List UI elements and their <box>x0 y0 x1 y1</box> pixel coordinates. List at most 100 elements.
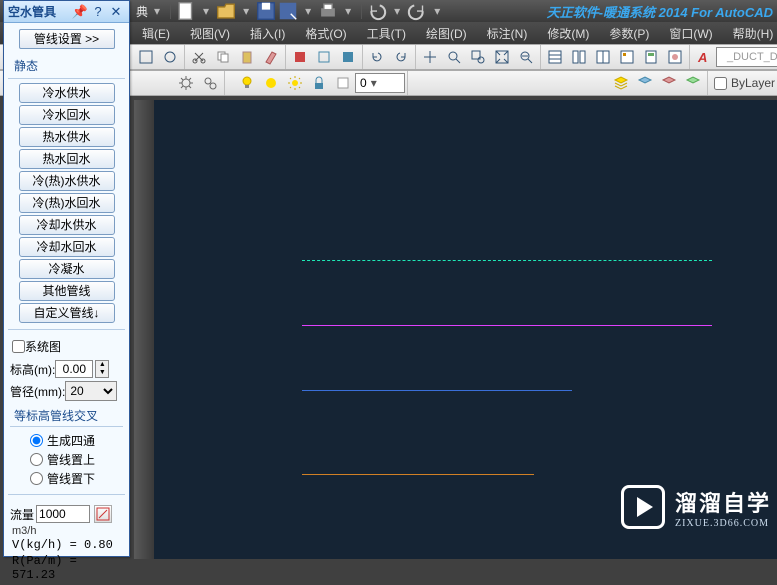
textstyle-select[interactable]: _DUCT_DIM <box>716 47 777 67</box>
zoom-icon[interactable] <box>443 47 465 67</box>
system-diagram-checkbox[interactable] <box>12 340 25 353</box>
bylayer-checkbox[interactable] <box>714 77 727 90</box>
pipe-settings-button[interactable]: 管线设置 >> <box>19 29 115 49</box>
diameter-select[interactable]: 20 <box>65 381 117 401</box>
calc-icon[interactable] <box>640 47 662 67</box>
elevation-label: 标高(m): <box>10 361 55 378</box>
markup-icon[interactable] <box>664 47 686 67</box>
tool-c-icon[interactable] <box>337 47 359 67</box>
pin-icon[interactable]: 📌 <box>72 4 88 20</box>
menu-format[interactable]: 格式(O) <box>295 23 356 44</box>
undo-icon[interactable] <box>366 2 388 20</box>
close-icon[interactable]: ✕ <box>108 4 124 20</box>
dictionary-label[interactable]: 典 <box>136 3 148 20</box>
snap-icon[interactable] <box>135 47 157 67</box>
menu-param[interactable]: 参数(P) <box>599 23 659 44</box>
dictionary-dropdown-icon[interactable]: ▾ <box>154 4 160 18</box>
pipe-line-orange[interactable] <box>302 474 534 475</box>
pipe-btn-condensate[interactable]: 冷凝水 <box>19 259 115 279</box>
layer-lock-icon[interactable] <box>308 73 330 93</box>
layer-color-icon[interactable] <box>332 73 354 93</box>
zoom-window-icon[interactable] <box>467 47 489 67</box>
menu-dimension[interactable]: 标注(N) <box>477 23 538 44</box>
dd6-icon[interactable]: ▾ <box>434 4 440 18</box>
layer-freeze-icon[interactable] <box>260 73 282 93</box>
pipe-btn-hot-return[interactable]: 热水回水 <box>19 149 115 169</box>
pan-icon[interactable] <box>419 47 441 67</box>
layer-bulb-icon[interactable] <box>236 73 258 93</box>
menu-modify[interactable]: 修改(M) <box>537 23 599 44</box>
menu-draw[interactable]: 绘图(D) <box>416 23 477 44</box>
flow-input[interactable] <box>36 505 90 523</box>
menu-help[interactable]: 帮助(H) <box>723 23 777 44</box>
menu-view[interactable]: 视图(V) <box>180 23 240 44</box>
pipe-btn-custom[interactable]: 自定义管线↓ <box>19 303 115 323</box>
pipe-btn-cold-return[interactable]: 冷水回水 <box>19 105 115 125</box>
dd-icon[interactable]: ▾ <box>203 4 209 18</box>
redo2-icon[interactable] <box>390 47 412 67</box>
paste-icon[interactable] <box>236 47 258 67</box>
redo-icon[interactable] <box>406 2 428 20</box>
radio-pipe-below[interactable] <box>30 472 43 485</box>
sheet-icon[interactable] <box>568 47 590 67</box>
panel-title: 空水管具 <box>8 3 71 20</box>
zoom-prev-icon[interactable] <box>515 47 537 67</box>
menu-edit[interactable]: 辑(E) <box>132 23 180 44</box>
print-icon[interactable] <box>317 2 339 20</box>
pipe-line-dashed-teal[interactable] <box>302 260 712 261</box>
panel-titlebar[interactable]: 空水管具 📌 ? ✕ <box>4 1 129 23</box>
undo2-icon[interactable] <box>366 47 388 67</box>
copy-icon[interactable] <box>212 47 234 67</box>
drawing-canvas[interactable]: 溜溜自学 ZIXUE.3D66.COM <box>134 100 777 559</box>
pipe-line-magenta[interactable] <box>302 325 712 326</box>
pipe-btn-coldhot-supply[interactable]: 冷(热)水供水 <box>19 171 115 191</box>
tpal-icon[interactable] <box>592 47 614 67</box>
layer-sun-icon[interactable] <box>284 73 306 93</box>
menu-insert[interactable]: 插入(I) <box>240 23 295 44</box>
menu-tools[interactable]: 工具(T) <box>357 23 416 44</box>
pipe-line-blue[interactable] <box>302 390 572 391</box>
prop-icon[interactable] <box>544 47 566 67</box>
pipe-btn-cooling-supply[interactable]: 冷却水供水 <box>19 215 115 235</box>
radio-gen-four-way[interactable] <box>30 434 43 447</box>
cut-icon[interactable] <box>188 47 210 67</box>
gear-icon[interactable] <box>175 73 197 93</box>
tool-a-icon[interactable] <box>289 47 311 67</box>
dd3-icon[interactable]: ▾ <box>305 4 311 18</box>
tool-b-icon[interactable] <box>313 47 335 67</box>
dd2-icon[interactable]: ▾ <box>243 4 249 18</box>
help-icon[interactable]: ? <box>90 4 106 20</box>
layer-select[interactable]: 0▾ <box>355 73 405 93</box>
radio-pipe-below-label: 管线置下 <box>47 470 95 487</box>
open-icon[interactable] <box>215 2 237 20</box>
pipe-btn-cold-supply[interactable]: 冷水供水 <box>19 83 115 103</box>
gear2-icon[interactable] <box>199 73 221 93</box>
elevation-spinner[interactable]: ▲▼ <box>95 360 109 378</box>
radio-pipe-above[interactable] <box>30 453 43 466</box>
layer-state-icon[interactable] <box>658 73 680 93</box>
new-icon[interactable] <box>175 2 197 20</box>
menu-window[interactable]: 窗口(W) <box>659 23 722 44</box>
diameter-label: 管径(mm): <box>10 383 65 400</box>
dd4-icon[interactable]: ▾ <box>345 4 351 18</box>
textstyle-icon[interactable]: A <box>693 47 715 67</box>
dc-icon[interactable] <box>616 47 638 67</box>
section-static-label: 静态 <box>8 55 125 79</box>
snap2-icon[interactable] <box>159 47 181 67</box>
elevation-input[interactable] <box>55 360 93 378</box>
match-icon[interactable] <box>260 47 282 67</box>
pipe-btn-hot-supply[interactable]: 热水供水 <box>19 127 115 147</box>
pipe-btn-coldhot-return[interactable]: 冷(热)水回水 <box>19 193 115 213</box>
pipe-btn-cooling-return[interactable]: 冷却水回水 <box>19 237 115 257</box>
layer-prev-icon[interactable] <box>634 73 656 93</box>
layer-manager-icon[interactable] <box>610 73 632 93</box>
save-icon[interactable] <box>255 2 277 20</box>
dd5-icon[interactable]: ▾ <box>394 4 400 18</box>
pipe-btn-other[interactable]: 其他管线 <box>19 281 115 301</box>
system-diagram-label: 系统图 <box>25 338 61 355</box>
zoom-ext-icon[interactable] <box>491 47 513 67</box>
layer-iso-icon[interactable] <box>682 73 704 93</box>
flow-unit-button[interactable] <box>94 505 112 523</box>
canvas-left-tabbar[interactable] <box>134 100 154 559</box>
saveas-icon[interactable] <box>277 2 299 20</box>
